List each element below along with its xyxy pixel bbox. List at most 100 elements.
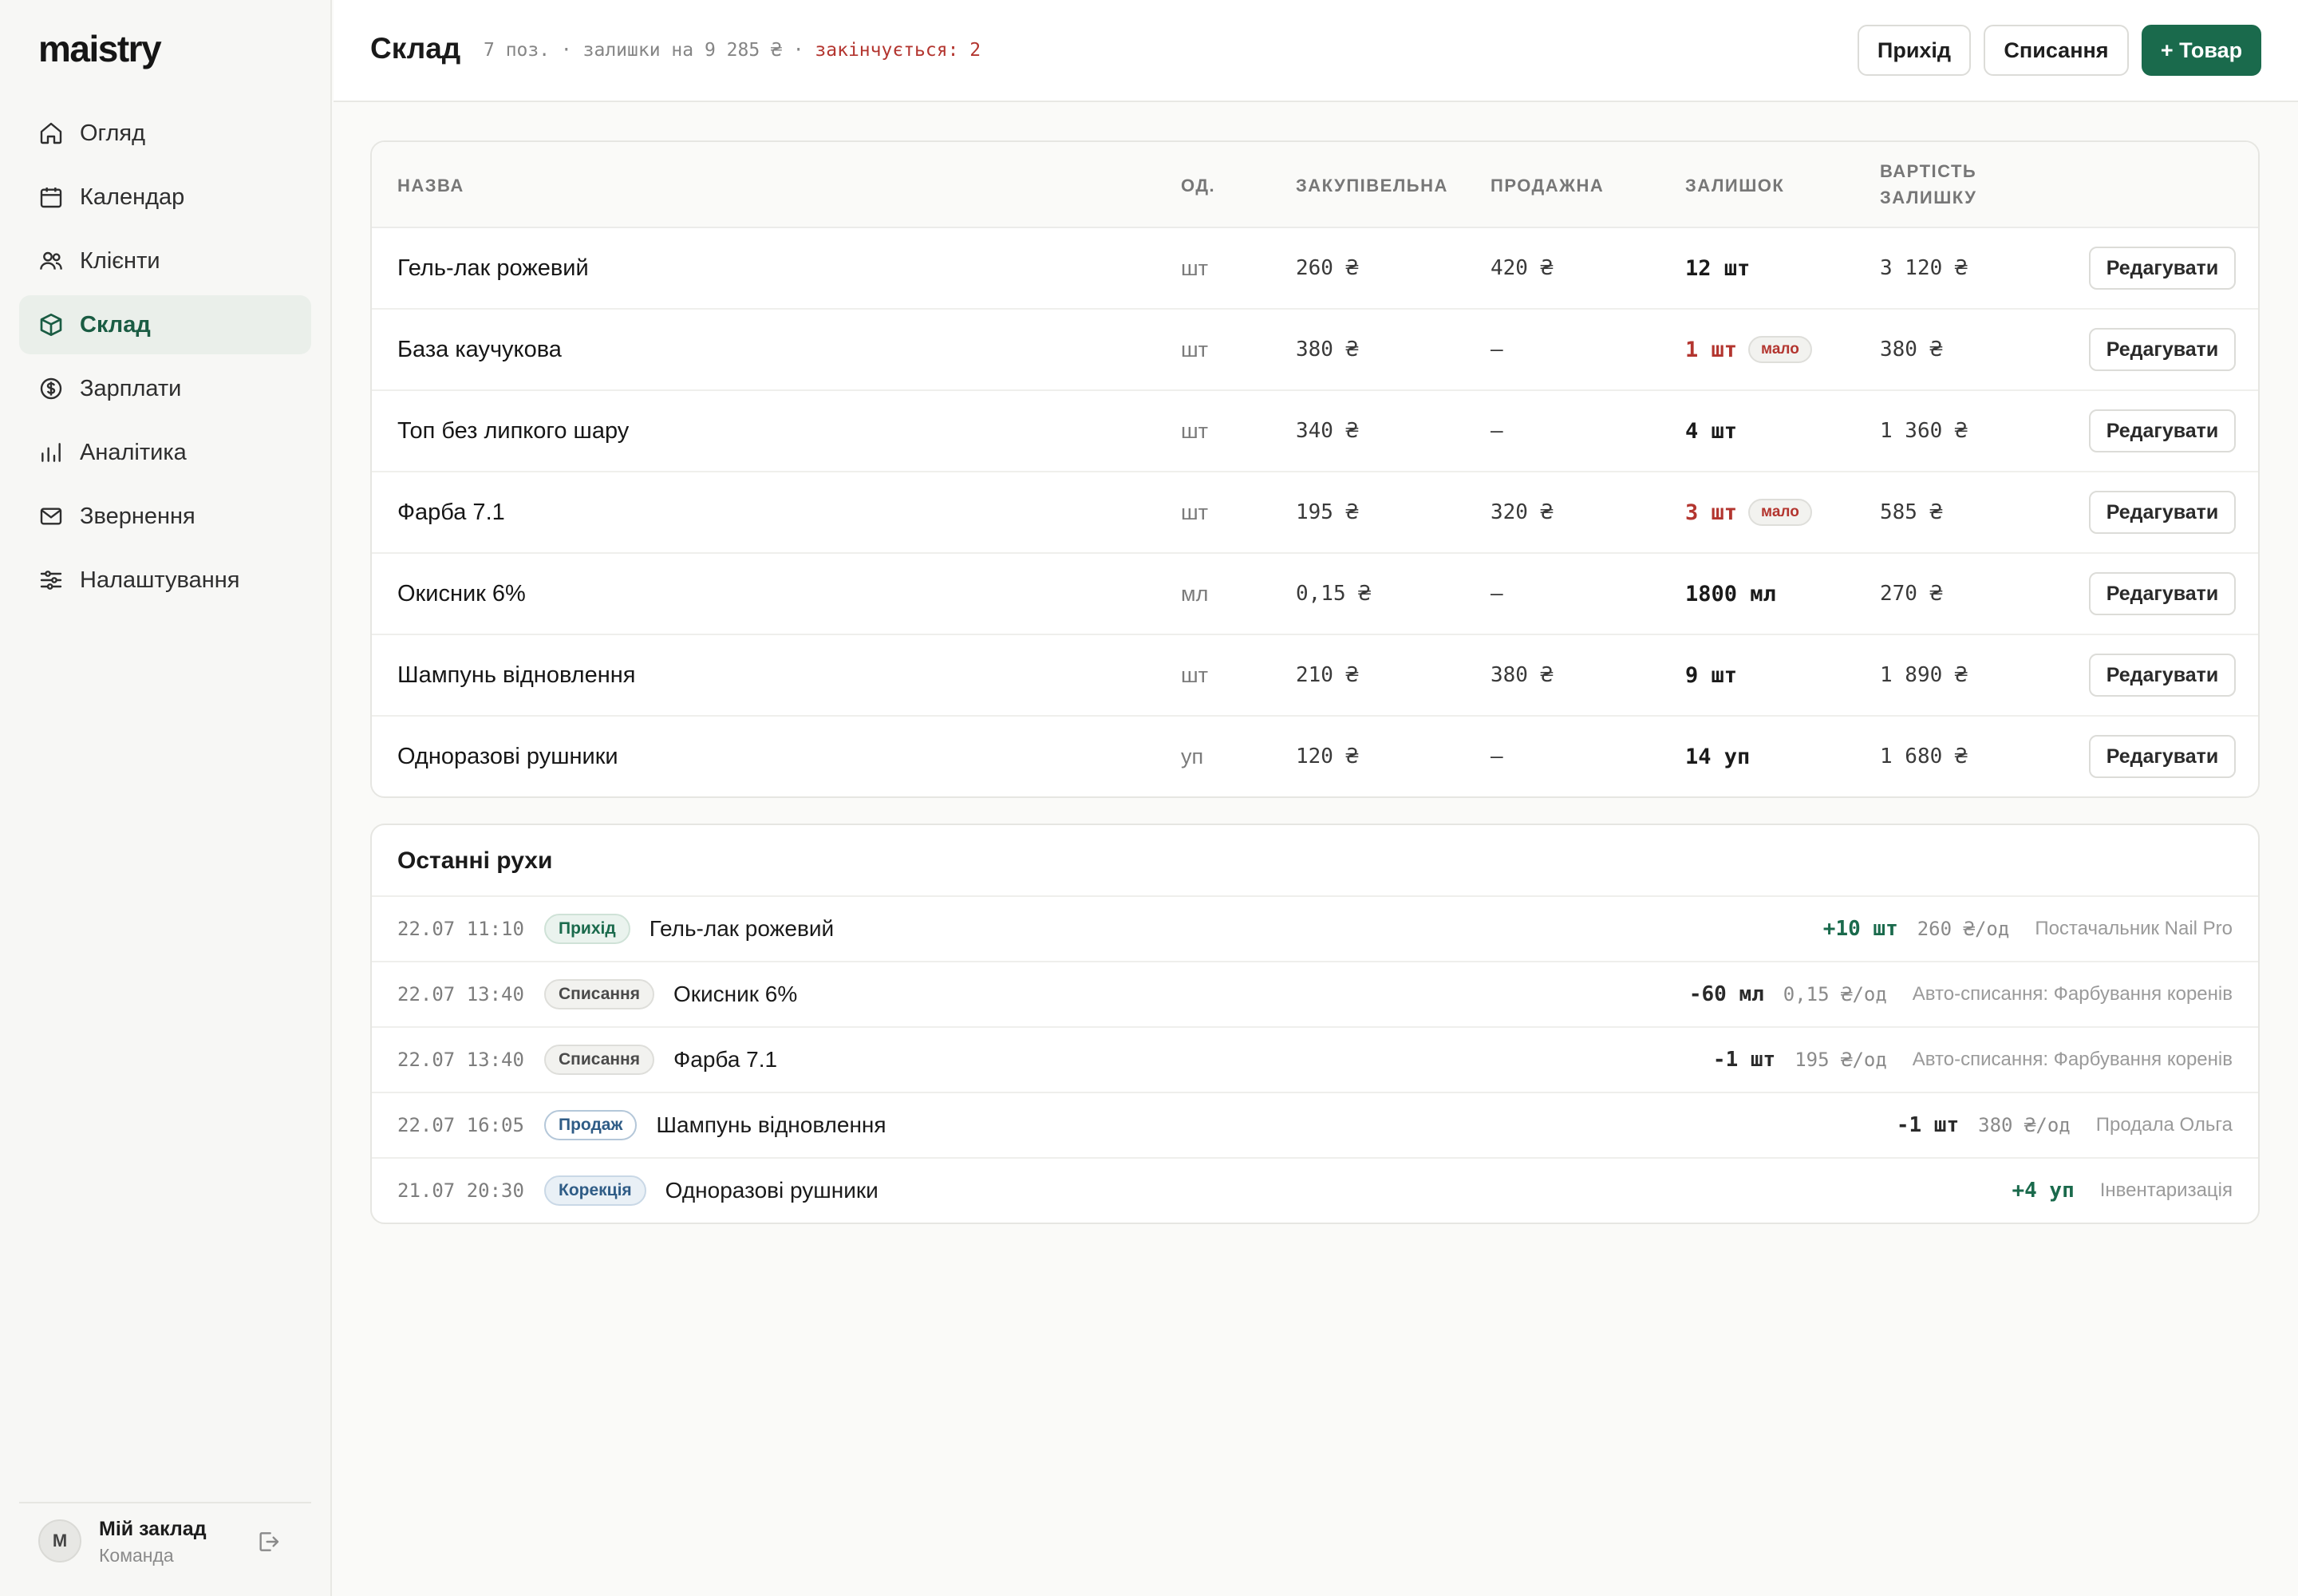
income-button[interactable]: Прихід [1858,25,1971,76]
page-header: Склад 7 поз. · залишки на 9 285 ₴ · закі… [334,0,2298,102]
sale-price: 320 ₴ [1491,500,1554,524]
movement-type-badge: Прихід [544,914,630,944]
product-name: Топ без липкого шару [397,417,630,444]
stock-quantity: 1800 мл [1685,554,1776,634]
product-name: Фарба 7.1 [397,499,505,525]
sidebar-item-analytics[interactable]: Аналітика [19,423,311,482]
section-title: Останні рухи [397,847,553,874]
sidebar-item-label: Календар [80,184,185,210]
sale-price: 420 ₴ [1491,256,1554,280]
sidebar-item-requests[interactable]: Звернення [19,487,311,546]
stock-quantity: 1 шт мало [1685,310,1812,389]
product-name: Окисник 6% [397,580,526,606]
movement-time: 22.07 13:40 [397,1049,524,1071]
sidebar-item-settings[interactable]: Налаштування [19,551,311,610]
sale-price: — [1491,338,1503,361]
recent-movements: Останні рухи 22.07 11:10 Прихід Гель-лак р… [370,824,2260,1224]
col-header-buy: ЗАКУПІВЕЛЬНА [1296,176,1448,196]
movement-time: 21.07 20:30 [397,1179,524,1202]
low-stock-count: закінчується: 2 [815,40,981,61]
movement-quantity: -60 мл [1688,982,1764,1006]
stock-quantity: 12 шт [1685,228,1750,308]
movement-unit-price: 380 ₴/од [1978,1114,2071,1136]
table-row: Одноразові рушники уп 120 ₴ — 14 уп 1 680 ₴ Ре… [372,717,2258,796]
product-unit: мл [1181,581,1209,606]
product-unit: шт [1181,418,1209,443]
stock-quantity: 14 уп [1685,717,1750,796]
sliders-icon [40,571,62,590]
sidebar-item-calendar[interactable]: Календар [19,168,311,227]
inventory-summary-text: 7 поз. · залишки на 9 285 ₴ · [484,40,815,61]
calendar-icon [40,188,62,208]
col-header-value-line1: ВАРТІСТЬ [1880,161,1977,181]
avatar[interactable]: М [38,1519,81,1562]
edit-button[interactable]: Редагувати [2089,572,2236,615]
sidebar-item-stock[interactable]: Склад [19,295,311,354]
movement-note: Інвентаризація [2099,1179,2233,1201]
stock-value: 1800 мл [1685,581,1776,606]
product-unit: шт [1181,662,1209,687]
edit-button[interactable]: Редагувати [2089,654,2236,697]
inventory-summary: 7 поз. · залишки на 9 285 ₴ · закінчуєть… [484,40,981,61]
writeoff-button[interactable]: Списання [1984,25,2129,76]
product-unit: уп [1181,744,1204,768]
table-row: Окисник 6% мл 0,15 ₴ — 1800 мл 270 ₴ Редагуват… [372,554,2258,635]
movement-type-badge: Корекція [544,1175,646,1206]
purchase-price: 380 ₴ [1296,338,1359,361]
mail-icon [40,508,62,525]
edit-button[interactable]: Редагувати [2089,491,2236,534]
table-row: Шампунь відновлення шт 210 ₴ 380 ₴ 9 шт 1 890… [372,635,2258,717]
low-stock-badge: мало [1748,336,1812,363]
stock-value: 14 уп [1685,744,1751,769]
sidebar-footer: М Мій заклад Команда [19,1502,311,1596]
sidebar-item-salaries[interactable]: Зарплати [19,359,311,418]
movement-unit-price: 195 ₴/од [1795,1049,1887,1071]
purchase-price: 0,15 ₴ [1296,582,1371,606]
movement-quantity: -1 шт [1896,1113,1960,1137]
stock-value-total: 585 ₴ [1880,500,1943,524]
table-row: База каучукова шт 380 ₴ — 1 шт мало 380 ₴ Редаг… [372,310,2258,391]
product-name: База каучукова [397,336,562,362]
movement-note: Авто-списання: Фарбування коренів [1912,983,2233,1005]
edit-button[interactable]: Редагувати [2089,409,2236,452]
edit-button[interactable]: Редагувати [2089,247,2236,290]
stock-value: 4 шт [1685,418,1738,444]
movement-quantity: +4 уп [2012,1179,2075,1203]
movement-unit-price: 260 ₴/од [1917,918,2010,940]
logout-icon[interactable] [255,1529,281,1555]
purchase-price: 260 ₴ [1296,256,1359,280]
movement-time: 22.07 16:05 [397,1114,524,1136]
add-product-button[interactable]: + Товар [2142,25,2261,76]
movement-row: 22.07 13:40 Списання Окисник 6% -60 мл 0,15 … [372,962,2258,1028]
stock-value: 12 шт [1685,255,1751,281]
dollar-icon [40,377,62,400]
movement-quantity: -1 шт [1712,1048,1776,1072]
table-row: Фарба 7.1 шт 195 ₴ 320 ₴ 3 шт мало 585 ₴ Редагу… [372,472,2258,554]
stock-value: 3 шт [1685,500,1738,525]
sidebar-item-label: Аналітика [80,439,187,465]
movement-item: Одноразові рушники [665,1178,879,1203]
movement-quantity: +10 шт [1822,917,1898,941]
sale-price: — [1491,582,1503,606]
edit-button[interactable]: Редагувати [2089,328,2236,371]
col-header-stock: ЗАЛИШОК [1685,176,1785,196]
movement-type-badge: Списання [544,1045,654,1075]
sidebar-item-overview[interactable]: Огляд [19,104,311,163]
sidebar-item-label: Склад [80,311,151,338]
sidebar-nav: Огляд Календар Клієнти Склад Зарплати Ан… [19,104,311,614]
app-logo[interactable]: maistry [38,27,162,70]
product-name: Одноразові рушники [397,743,618,769]
sidebar-item-label: Огляд [80,120,146,146]
movement-row: 22.07 13:40 Списання Фарба 7.1 -1 шт 195 ₴/о… [372,1028,2258,1093]
table-row: Топ без липкого шару шт 340 ₴ — 4 шт 1 360 ₴ Р… [372,391,2258,472]
sidebar-item-label: Звернення [80,503,195,529]
sidebar-item-clients[interactable]: Клієнти [19,231,311,290]
stock-value: 1 шт [1685,337,1738,362]
movement-item: Фарба 7.1 [673,1047,778,1072]
users-icon [40,251,62,270]
box-icon [40,314,62,336]
edit-button[interactable]: Редагувати [2089,735,2236,778]
stock-value-total: 1 360 ₴ [1880,419,1968,443]
sidebar: maistry Огляд Календар Клієнти Склад Зар… [0,0,332,1596]
col-header-sell: ПРОДАЖНА [1491,176,1605,196]
